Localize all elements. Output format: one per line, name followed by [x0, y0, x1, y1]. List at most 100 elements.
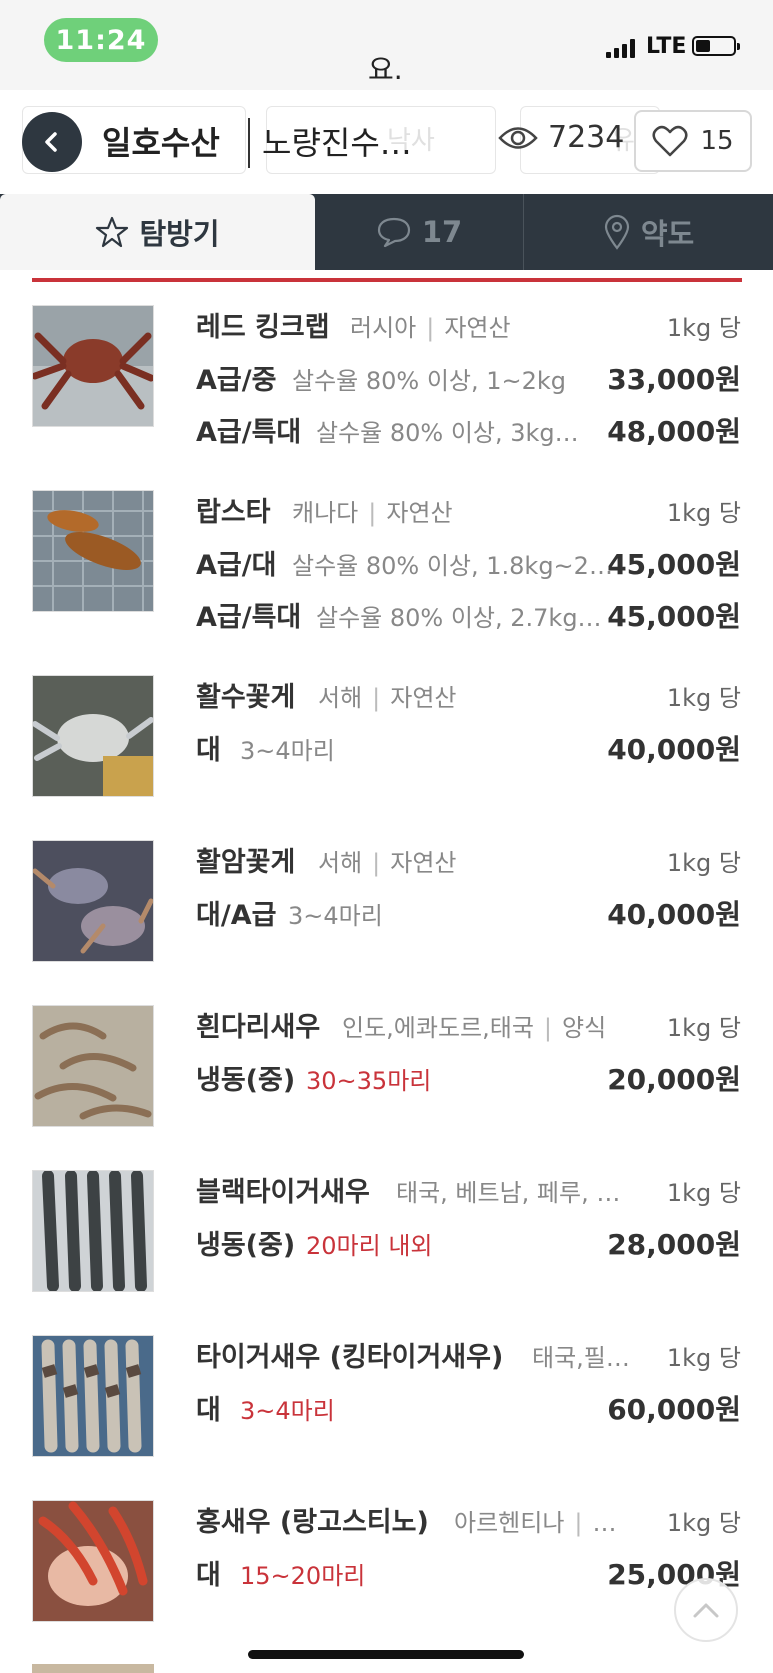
grade-label: 대 [196, 1560, 221, 1591]
price: 48,000원 [607, 415, 741, 448]
title-divider [248, 118, 250, 168]
grade-label: A급/대 [196, 550, 277, 581]
view-count-value: 7234 [548, 120, 625, 155]
price-unit: 1kg 당 [666, 1014, 741, 1042]
signal-icon [606, 38, 635, 58]
price-unit: 1kg 당 [666, 499, 741, 527]
product-image [32, 490, 154, 612]
grade-label: 대 [196, 1395, 221, 1426]
grade-description: 살수율 80% 이상, 1~2kg [292, 367, 567, 395]
product-origin: 인도,에콰도르,태국 | 양식 [342, 1014, 607, 1042]
store-header: 전 낙사 유 일호수산 노량진수… 7234 15 [0, 90, 773, 194]
tab-bar: 탐방기 17 약도 [0, 194, 773, 270]
grade-label: 냉동(중) [196, 1065, 296, 1096]
map-pin-icon [604, 214, 629, 250]
product-image [32, 1335, 154, 1457]
grade-description: 살수율 80% 이상, 3kg… [316, 419, 579, 447]
product-name: 흰다리새우 [196, 1012, 321, 1043]
list-item[interactable]: 레드 킹크랩 러시아 | 자연산 1kg 당 A급/중 살수율 80% 이상, 1~… [0, 302, 773, 467]
grade-description: 30~35마리 [306, 1067, 432, 1095]
product-name: 타이거새우 (킹타이거새우) [196, 1342, 504, 1373]
grade-label: A급/특대 [196, 602, 302, 633]
product-image [32, 675, 154, 797]
network-label: LTE [646, 34, 687, 59]
store-name: 일호수산 [102, 124, 220, 162]
product-origin: 서해 | 자연산 [318, 684, 457, 712]
grade-label: 대/A급 [196, 900, 277, 931]
grade-description: 20마리 내외 [306, 1232, 433, 1260]
status-bar: 11:24 요. LTE [0, 0, 773, 90]
like-count: 15 [700, 126, 734, 156]
price-unit: 1kg 당 [666, 1344, 741, 1372]
product-origin: 캐나다 | 자연산 [292, 499, 453, 527]
price: 40,000원 [607, 733, 741, 766]
grade-description: 15~20마리 [240, 1562, 366, 1590]
grade-description: 3~4마리 [240, 737, 335, 765]
product-name: 활암꽃게 [196, 847, 296, 878]
price-unit: 1kg 당 [666, 1509, 741, 1537]
grade-label: A급/특대 [196, 417, 302, 448]
product-origin: 서해 | 자연산 [318, 849, 457, 877]
heart-icon [652, 125, 688, 157]
tab-label: 탐방기 [139, 217, 220, 251]
like-button[interactable]: 15 [634, 110, 752, 172]
list-item[interactable]: 흰다리새우 인도,에콰도르,태국 | 양식 1kg 당 냉동(중) 30~35마리 … [0, 1002, 773, 1167]
list-item[interactable]: 홍새우 (랑고스티노) 아르헨티나 |… 1kg 당 대 15~20마리 25,0… [0, 1497, 773, 1662]
product-origin: 태국,필… [532, 1344, 630, 1372]
grade-description: 3~4마리 [288, 902, 383, 930]
grade-label: A급/중 [196, 365, 277, 396]
product-origin: 러시아 | 자연산 [350, 314, 511, 342]
price: 33,000원 [607, 363, 741, 396]
tab-map[interactable]: 약도 [524, 194, 773, 270]
market-name: 노량진수… [262, 124, 412, 162]
price: 45,000원 [607, 548, 741, 581]
price-unit: 1kg 당 [666, 314, 741, 342]
price: 28,000원 [607, 1228, 741, 1261]
price-unit: 1kg 당 [666, 1179, 741, 1207]
grade-description: 살수율 80% 이상, 1.8kg~2… [292, 552, 613, 580]
tab-review[interactable]: 탐방기 [0, 194, 315, 270]
view-count: 7234 [498, 120, 624, 155]
product-name: 활수꽃게 [196, 682, 296, 713]
status-time[interactable]: 11:24 [44, 18, 158, 62]
product-name: 레드 킹크랩 [196, 312, 330, 343]
grade-label: 냉동(중) [196, 1230, 296, 1261]
price: 20,000원 [607, 1063, 741, 1096]
speech-bubble-icon [377, 217, 410, 248]
next-item-peek [32, 1664, 154, 1673]
product-list: 레드 킹크랩 러시아 | 자연산 1kg 당 A급/중 살수율 80% 이상, 1~… [0, 302, 773, 1662]
back-button[interactable] [22, 112, 82, 172]
product-image [32, 1170, 154, 1292]
product-image [32, 305, 154, 427]
notification-peek-text: 요. [368, 53, 403, 86]
product-origin: 태국, 베트남, 페루, … [396, 1179, 621, 1207]
tab-comments[interactable]: 17 [315, 194, 523, 270]
chevron-left-icon [45, 132, 57, 152]
grade-description: 살수율 80% 이상, 2.7kg… [316, 604, 602, 632]
star-icon [96, 216, 129, 248]
product-origin: 아르헨티나 |… [454, 1509, 617, 1537]
price-unit: 1kg 당 [666, 849, 741, 877]
scroll-to-top-button[interactable] [674, 1578, 738, 1642]
list-item[interactable]: 랍스타 캐나다 | 자연산 1kg 당 A급/대 살수율 80% 이상, 1.8kg… [0, 487, 773, 652]
list-item[interactable]: 활암꽃게 서해 | 자연산 1kg 당 대/A급 3~4마리 40,000원 [0, 837, 773, 1002]
grade-label: 대 [196, 735, 221, 766]
product-name: 홍새우 (랑고스티노) [196, 1507, 429, 1538]
list-item[interactable]: 타이거새우 (킹타이거새우) 태국,필… 1kg 당 대 3~4마리 60,00… [0, 1332, 773, 1497]
product-name: 블랙타이거새우 [196, 1177, 370, 1208]
product-image [32, 840, 154, 962]
grade-description: 3~4마리 [240, 1397, 335, 1425]
home-indicator[interactable] [248, 1650, 524, 1659]
price: 60,000원 [607, 1393, 741, 1426]
list-item[interactable]: 활수꽃게 서해 | 자연산 1kg 당 대 3~4마리 40,000원 [0, 672, 773, 837]
product-image [32, 1500, 154, 1622]
chevron-up-icon [693, 1603, 719, 1618]
tab-label: 17 [421, 215, 463, 249]
price: 45,000원 [607, 600, 741, 633]
section-divider [32, 278, 742, 282]
product-image [32, 1005, 154, 1127]
tab-label: 약도 [640, 217, 695, 251]
product-name: 랍스타 [196, 497, 271, 528]
list-item[interactable]: 블랙타이거새우 태국, 베트남, 페루, … 1kg 당 냉동(중) 20마리 … [0, 1167, 773, 1332]
price-unit: 1kg 당 [666, 684, 741, 712]
